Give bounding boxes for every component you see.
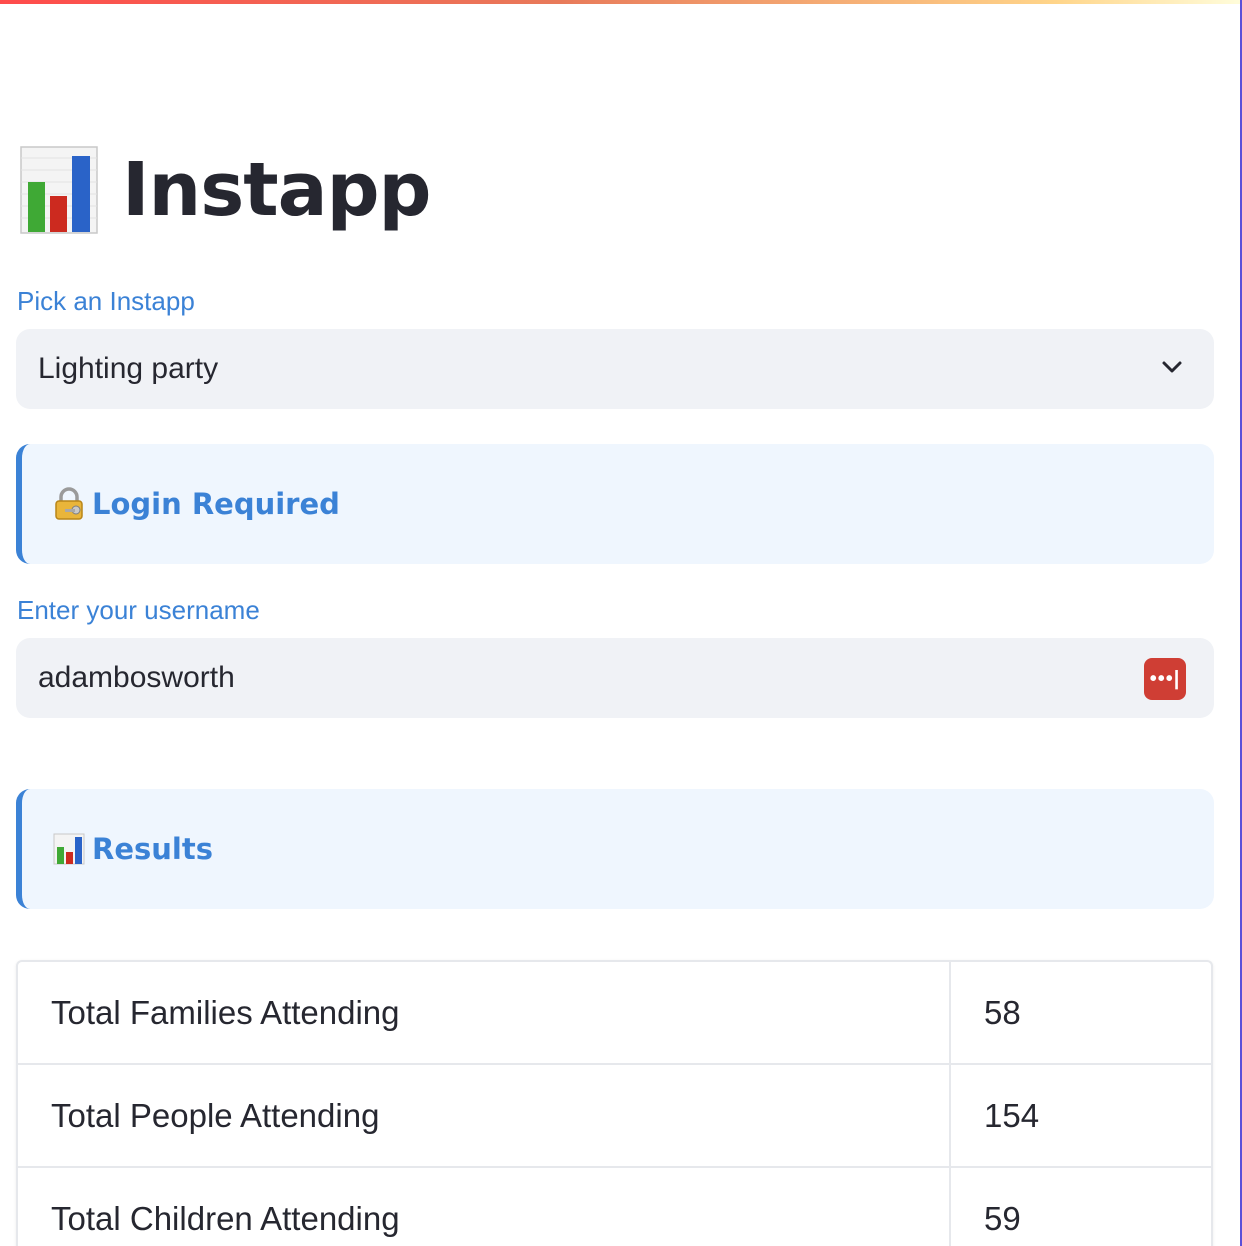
decoration-top-bar bbox=[0, 0, 1240, 4]
results-table: Total Families Attending 58 Total People… bbox=[16, 960, 1213, 1246]
row-value: 154 bbox=[984, 1096, 1040, 1134]
table-row: Total People Attending 154 bbox=[18, 1065, 1211, 1168]
bar-chart-icon bbox=[53, 833, 85, 865]
login-required-alert: Login Required bbox=[16, 444, 1214, 564]
lock-key-icon bbox=[55, 487, 83, 520]
table-row: Total Families Attending 58 bbox=[18, 962, 1211, 1065]
page-title: Instapp bbox=[20, 140, 432, 240]
picker-label: Pick an Instapp bbox=[17, 286, 195, 316]
row-value: 59 bbox=[984, 1199, 1021, 1237]
instapp-select[interactable]: Lighting party bbox=[16, 329, 1214, 409]
row-value: 58 bbox=[984, 993, 1021, 1031]
row-label: Total People Attending bbox=[18, 1065, 951, 1166]
row-label: Total Children Attending bbox=[18, 1168, 951, 1246]
row-label: Total Families Attending bbox=[18, 962, 951, 1063]
username-field[interactable]: adambosworth •••| bbox=[16, 638, 1214, 718]
bar-chart-icon bbox=[20, 146, 98, 234]
app-title: Instapp bbox=[122, 147, 432, 233]
chevron-down-icon[interactable] bbox=[1158, 353, 1186, 381]
username-value: adambosworth bbox=[38, 661, 235, 694]
table-row: Total Children Attending 59 bbox=[18, 1168, 1211, 1246]
password-manager-icon[interactable]: •••| bbox=[1144, 658, 1186, 700]
username-label: Enter your username bbox=[17, 595, 260, 625]
instapp-select-value: Lighting party bbox=[38, 352, 219, 385]
results-text: Results bbox=[92, 832, 213, 866]
results-alert: Results bbox=[16, 789, 1214, 909]
login-required-text: Login Required bbox=[92, 487, 340, 521]
app-page: Instapp Pick an Instapp Lighting party L… bbox=[0, 0, 1242, 1246]
